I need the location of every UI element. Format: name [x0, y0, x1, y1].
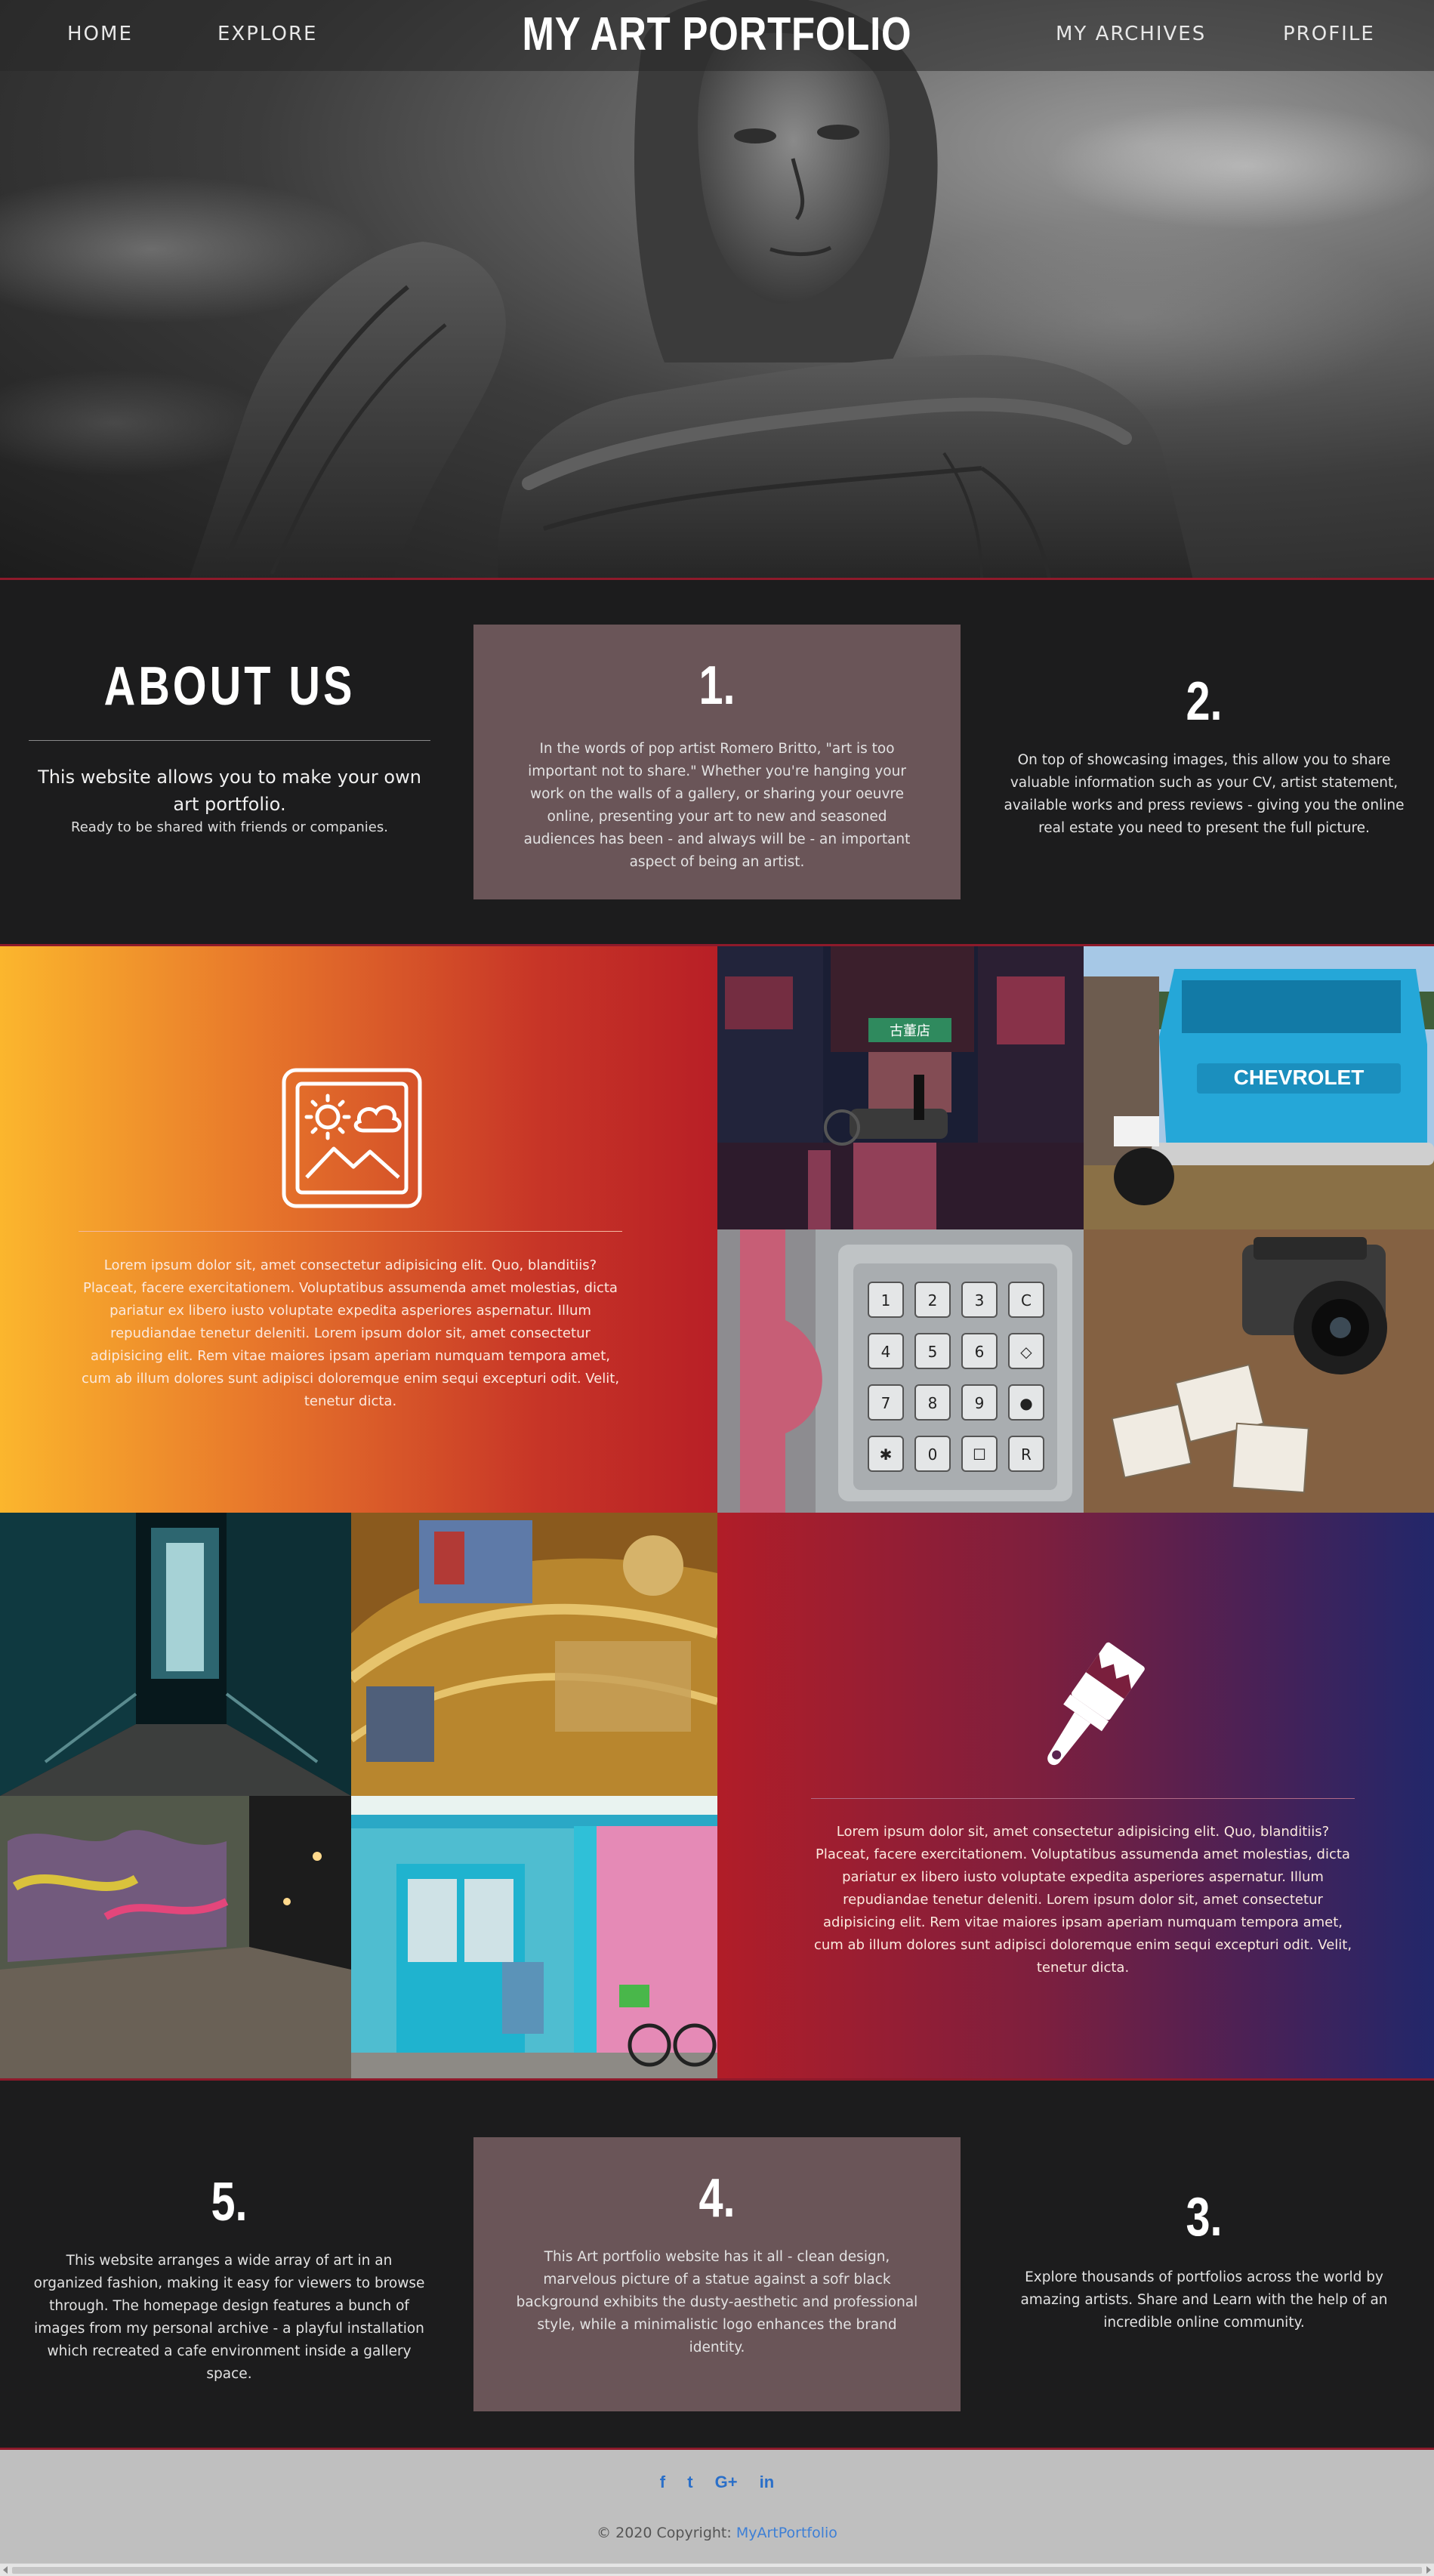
nav-home-link[interactable]: HOME — [67, 23, 133, 45]
point-number: 5. — [211, 2172, 248, 2232]
copyright-label: © 2020 Copyright: — [597, 2525, 732, 2541]
point-card-2: 2. On top of showcasing images, this all… — [998, 671, 1410, 840]
point-number: 3. — [1186, 2187, 1223, 2247]
point-card-5: 5. This website arranges a wide array of… — [32, 2171, 427, 2386]
horizontal-scrollbar[interactable] — [0, 2563, 1434, 2576]
feature-text: Lorem ipsum dolor sit, amet consectetur … — [813, 1824, 1352, 1976]
point-card-4: 4. This Art portfolio website has it all… — [473, 2137, 961, 2411]
keypad-key-label: ✱ — [880, 1445, 893, 1464]
keypad-key-label: 9 — [975, 1394, 985, 1412]
top-navbar: HOME EXPLORE MY ART PORTFOLIO MY ARCHIVE… — [0, 0, 1434, 71]
neon-sign-text: 古董店 — [890, 1023, 930, 1039]
keypad-key-label: R — [1021, 1445, 1032, 1464]
keypad-key-label: ☐ — [973, 1445, 986, 1464]
about-section: ABOUT US This website allows you to make… — [0, 580, 1434, 946]
keypad-key-label: 7 — [881, 1394, 891, 1412]
keypad-key-label: ● — [1019, 1394, 1032, 1412]
keypad-key-label: 8 — [928, 1394, 938, 1412]
photo-camera[interactable] — [1084, 1229, 1434, 1513]
statue-image — [189, 0, 1193, 580]
keypad-key-label: 4 — [881, 1343, 891, 1361]
point-number: 4. — [698, 2168, 736, 2229]
hero-section: HOME EXPLORE MY ART PORTFOLIO MY ARCHIVE… — [0, 0, 1434, 580]
photo-ornate-ceiling[interactable] — [351, 1513, 717, 1796]
keypad-key-label: 0 — [928, 1445, 938, 1464]
feature-divider — [79, 1231, 622, 1232]
point-card-3: 3. Explore thousands of portfolios acros… — [998, 2186, 1410, 2334]
scroll-left-arrow-icon[interactable] — [3, 2566, 8, 2574]
feature-panel-purple: Lorem ipsum dolor sit, amet consectetur … — [717, 1513, 1434, 2079]
keypad-key-label: ◇ — [1020, 1343, 1032, 1361]
about-title: ABOUT US — [103, 656, 356, 717]
photo-corridor[interactable] — [0, 1513, 351, 1796]
footer: f t G+ in © 2020 Copyright: MyArtPortfol… — [0, 2450, 1434, 2576]
social-links: f t G+ in — [0, 2473, 1434, 2492]
features-section: 5. This website arranges a wide array of… — [0, 2081, 1434, 2448]
point-text: Explore thousands of portfolios across t… — [1020, 2269, 1388, 2331]
feature-panel-orange: Lorem ipsum dolor sit, amet consectetur … — [0, 946, 717, 1513]
photo-graffiti-alley[interactable] — [0, 1796, 351, 2079]
point-text: This website arranges a wide array of ar… — [33, 2253, 425, 2382]
scrollbar-thumb[interactable] — [12, 2567, 1422, 2574]
about-subtitle: This website allows you to make your own… — [38, 767, 421, 815]
nav-profile-link[interactable]: PROFILE — [1283, 23, 1375, 45]
site-link[interactable]: MyArtPortfolio — [736, 2525, 837, 2541]
feature-text: Lorem ipsum dolor sit, amet consectetur … — [81, 1257, 620, 1409]
photo-cafe-doorway[interactable] — [351, 1796, 717, 2079]
about-note: Ready to be shared with friends or compa… — [71, 819, 388, 835]
image-icon — [282, 1068, 422, 1208]
keypad-key-label: 2 — [928, 1291, 938, 1310]
keypad-key-label: 6 — [975, 1343, 985, 1361]
truck-plate-text: CHEVROLET — [1234, 1066, 1365, 1089]
nav-archives-link[interactable]: MY ARCHIVES — [1056, 23, 1206, 45]
copyright-text: © 2020 Copyright: MyArtPortfolio — [0, 2525, 1434, 2541]
point-number: 1. — [698, 656, 736, 716]
feature-divider — [811, 1798, 1355, 1799]
facebook-icon[interactable]: f — [660, 2473, 665, 2492]
scroll-right-arrow-icon[interactable] — [1426, 2566, 1431, 2574]
photo-chevrolet-truck[interactable]: CHEVROLET — [1084, 946, 1434, 1229]
about-divider — [29, 740, 430, 741]
paint-brush-icon — [1047, 1642, 1145, 1765]
point-text: On top of showcasing images, this allow … — [1004, 752, 1405, 836]
about-column: ABOUT US This website allows you to make… — [29, 656, 430, 838]
photo-neon-street[interactable]: 古董店 — [717, 946, 1084, 1229]
point-card-1: 1. In the words of pop artist Romero Bri… — [473, 625, 961, 899]
linkedin-icon[interactable]: in — [760, 2473, 775, 2492]
photo-telephone[interactable]: 1 2 3 C 4 5 6 ◇ 7 8 9 ● ✱ 0 ☐ R — [717, 1229, 1084, 1513]
keypad-key-label: 5 — [928, 1343, 938, 1361]
point-text: In the words of pop artist Romero Britto… — [523, 741, 911, 870]
google-plus-icon[interactable]: G+ — [715, 2473, 738, 2492]
twitter-icon[interactable]: t — [687, 2473, 692, 2492]
keypad-key-label: C — [1021, 1291, 1032, 1310]
point-number: 2. — [1186, 671, 1223, 732]
point-text: This Art portfolio website has it all - … — [516, 2249, 918, 2355]
keypad-key-label: 3 — [975, 1291, 985, 1310]
keypad-key-label: 1 — [881, 1291, 891, 1310]
